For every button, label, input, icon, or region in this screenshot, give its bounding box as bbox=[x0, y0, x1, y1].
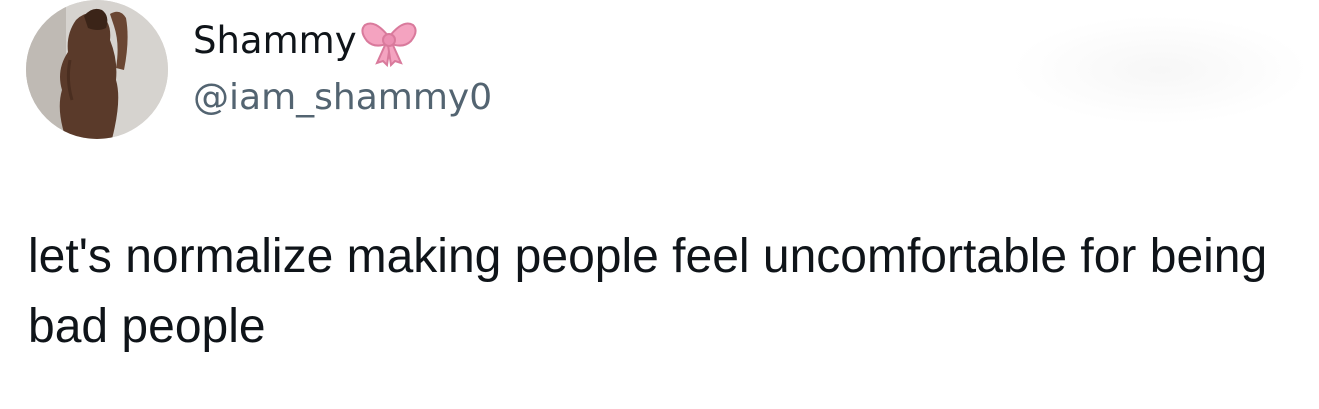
author-handle[interactable]: @iam_shammy0 bbox=[193, 78, 492, 118]
tweet-card: Shammy @iam_shammy0 let's normalize maki… bbox=[0, 0, 1319, 409]
background-shadow bbox=[1010, 15, 1310, 125]
display-name[interactable]: Shammy bbox=[193, 22, 357, 59]
avatar-image bbox=[26, 0, 168, 139]
author-name-row[interactable]: Shammy bbox=[193, 12, 419, 68]
ribbon-bow-icon bbox=[359, 15, 419, 68]
tweet-text: let's normalize making people feel uncom… bbox=[28, 230, 1268, 353]
avatar[interactable] bbox=[26, 0, 168, 139]
